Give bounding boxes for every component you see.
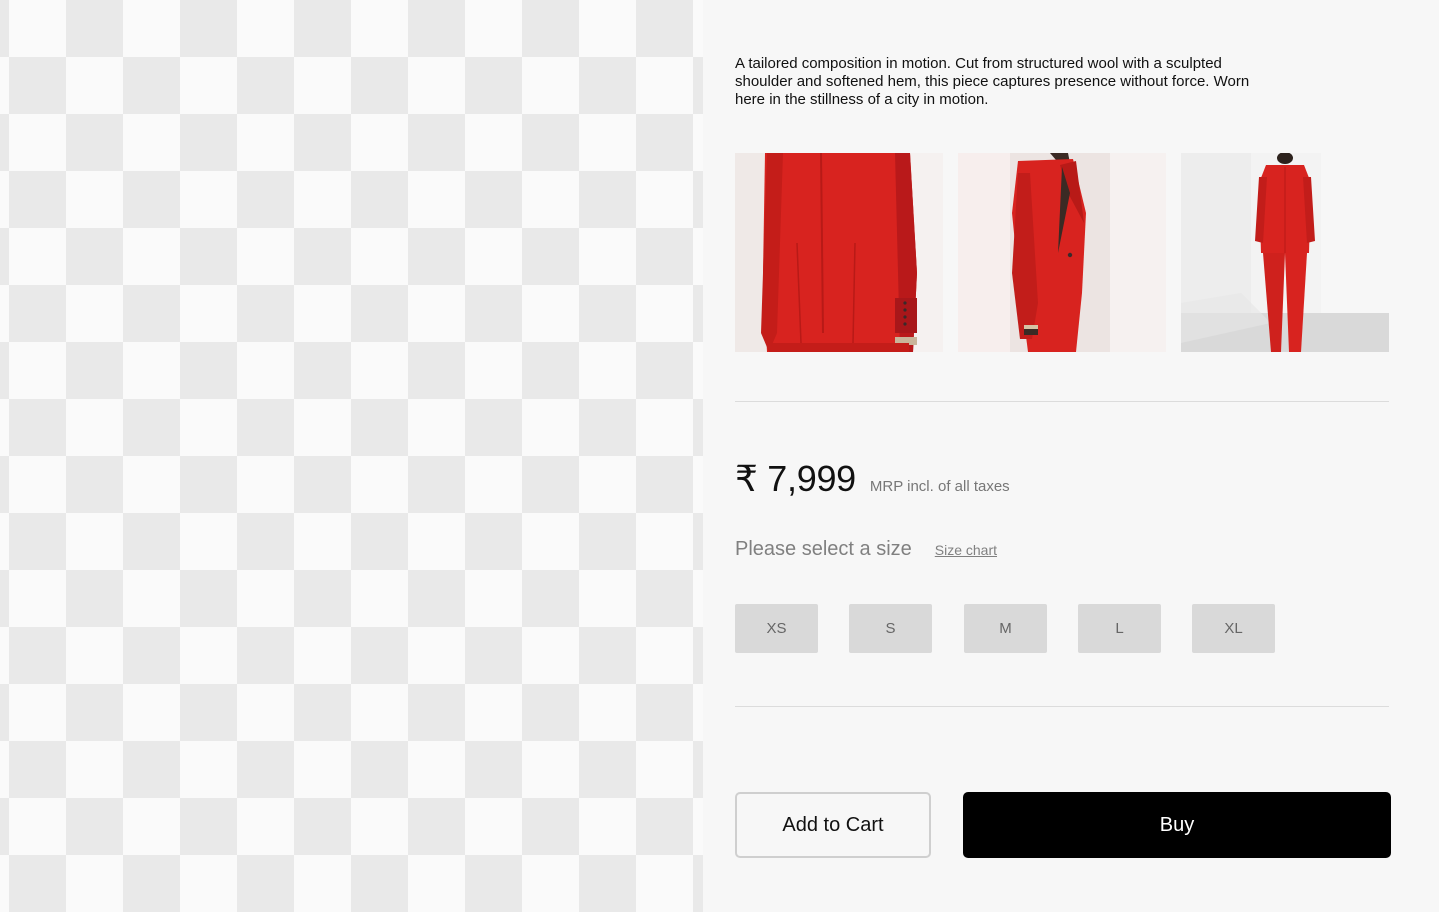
product-page: A tailored composition in motion. Cut fr… [0,0,1439,912]
product-description: A tailored composition in motion. Cut fr… [735,55,1250,108]
divider [735,706,1389,707]
gallery-thumbnail-side-view[interactable] [958,153,1166,352]
price-value: ₹ 7,999 [735,458,856,499]
product-image-placeholder [0,0,703,912]
size-option-xl[interactable]: XL [1192,604,1275,653]
gallery-thumbnail-back-detail[interactable] [735,153,943,352]
product-details: A tailored composition in motion. Cut fr… [735,0,1391,912]
image-gallery [735,153,1389,352]
price-note: MRP incl. of all taxes [869,478,1010,495]
buy-button[interactable]: Buy [963,792,1391,858]
add-to-cart-button[interactable]: Add to Cart [735,792,931,858]
size-options: XS S M L XL [735,604,1295,653]
size-chart-link[interactable]: Size chart [935,542,997,558]
divider [735,401,1389,402]
jacket-side-image [958,153,1166,352]
size-header: Please select a size Size chart [735,538,997,561]
size-prompt: Please select a size [735,538,912,560]
jacket-back-image [735,153,943,352]
price-block: ₹ 7,999 MRP incl. of all taxes [735,458,1010,502]
size-option-m[interactable]: M [964,604,1047,653]
suit-full-image [1181,153,1389,352]
size-option-s[interactable]: S [849,604,932,653]
purchase-actions: Add to Cart Buy [735,792,1391,858]
gallery-thumbnail-full-back[interactable] [1181,153,1389,352]
size-option-l[interactable]: L [1078,604,1161,653]
size-option-xs[interactable]: XS [735,604,818,653]
